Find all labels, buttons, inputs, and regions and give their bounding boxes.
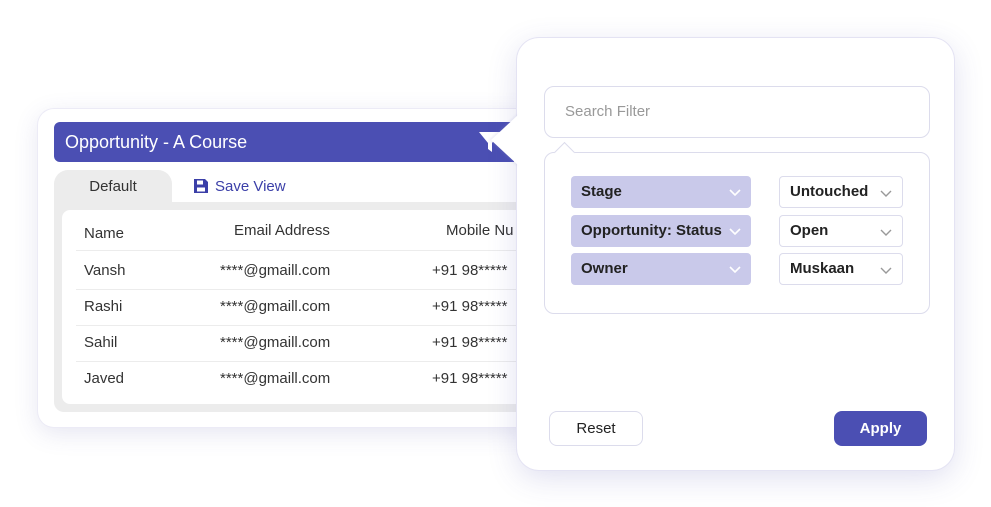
save-view-label: Save View bbox=[215, 177, 286, 195]
search-filter-input[interactable]: Search Filter bbox=[544, 86, 930, 138]
filter-value-label: Open bbox=[790, 222, 829, 239]
tab-default-label: Default bbox=[89, 178, 137, 195]
table-row[interactable]: Vansh ****@gmaill.com +91 98***** bbox=[62, 262, 542, 298]
filter-field-owner[interactable]: Owner bbox=[571, 253, 751, 285]
row-divider bbox=[76, 250, 542, 251]
floppy-disk-icon bbox=[194, 179, 208, 193]
chevron-down-icon bbox=[880, 229, 892, 236]
row-divider bbox=[76, 325, 542, 326]
cell-mobile: +91 98***** bbox=[432, 370, 508, 387]
reset-button[interactable]: Reset bbox=[549, 411, 643, 446]
table-header-row: Name Email Address Mobile Nu bbox=[62, 222, 542, 258]
filter-field-label: Owner bbox=[581, 260, 628, 277]
search-filter-placeholder: Search Filter bbox=[565, 103, 651, 120]
row-divider bbox=[76, 289, 542, 290]
filter-field-opportunity-status[interactable]: Opportunity: Status bbox=[571, 215, 751, 247]
table-row[interactable]: Rashi ****@gmaill.com +91 98***** bbox=[62, 298, 542, 334]
save-view-button[interactable]: Save View bbox=[193, 175, 286, 197]
filter-field-label: Stage bbox=[581, 183, 622, 200]
table-row[interactable]: Sahil ****@gmaill.com +91 98***** bbox=[62, 334, 542, 370]
chevron-down-icon bbox=[880, 267, 892, 274]
cell-mobile: +91 98***** bbox=[432, 298, 508, 315]
row-divider bbox=[76, 361, 542, 362]
card-header: Opportunity - A Course bbox=[54, 122, 514, 162]
apply-button[interactable]: Apply bbox=[834, 411, 927, 446]
data-table: Name Email Address Mobile Nu Vansh ****@… bbox=[62, 210, 542, 404]
cell-email: ****@gmaill.com bbox=[220, 298, 331, 315]
chevron-down-icon bbox=[880, 190, 892, 197]
filter-value-stage[interactable]: Untouched bbox=[779, 176, 903, 208]
cell-email: ****@gmaill.com bbox=[220, 334, 331, 351]
cell-mobile: +91 98***** bbox=[432, 262, 508, 279]
filter-field-stage[interactable]: Stage bbox=[571, 176, 751, 208]
column-header-email: Email Address bbox=[234, 222, 330, 239]
cell-name: Rashi bbox=[84, 298, 123, 315]
cell-name: Javed bbox=[84, 370, 125, 387]
filter-value-label: Muskaan bbox=[790, 260, 855, 277]
cell-name: Vansh bbox=[84, 262, 126, 279]
table-container: Name Email Address Mobile Nu Vansh ****@… bbox=[54, 202, 542, 412]
filter-conditions: Stage Untouched Opportunity: Status Open… bbox=[544, 152, 930, 314]
cell-email: ****@gmaill.com bbox=[220, 370, 331, 387]
column-header-mobile: Mobile Nu bbox=[446, 222, 514, 239]
filter-value-opportunity-status[interactable]: Open bbox=[779, 215, 903, 247]
filter-panel: Search Filter Stage Untouched Opportunit… bbox=[517, 38, 954, 470]
chevron-down-icon bbox=[729, 189, 741, 197]
filter-field-label: Opportunity: Status bbox=[581, 222, 722, 239]
cell-mobile: +91 98***** bbox=[432, 334, 508, 351]
filter-value-owner[interactable]: Muskaan bbox=[779, 253, 903, 285]
opportunity-card: Opportunity - A Course Default Save View… bbox=[38, 109, 558, 427]
table-row[interactable]: Javed ****@gmaill.com +91 98***** bbox=[62, 370, 542, 404]
chevron-down-icon bbox=[729, 228, 741, 236]
cell-email: ****@gmaill.com bbox=[220, 262, 331, 279]
popover-pointer bbox=[491, 114, 519, 166]
chevron-down-icon bbox=[729, 266, 741, 274]
cell-name: Sahil bbox=[84, 334, 118, 351]
card-title: Opportunity - A Course bbox=[65, 132, 248, 152]
column-header-name: Name bbox=[84, 225, 125, 242]
filter-value-label: Untouched bbox=[790, 183, 869, 200]
